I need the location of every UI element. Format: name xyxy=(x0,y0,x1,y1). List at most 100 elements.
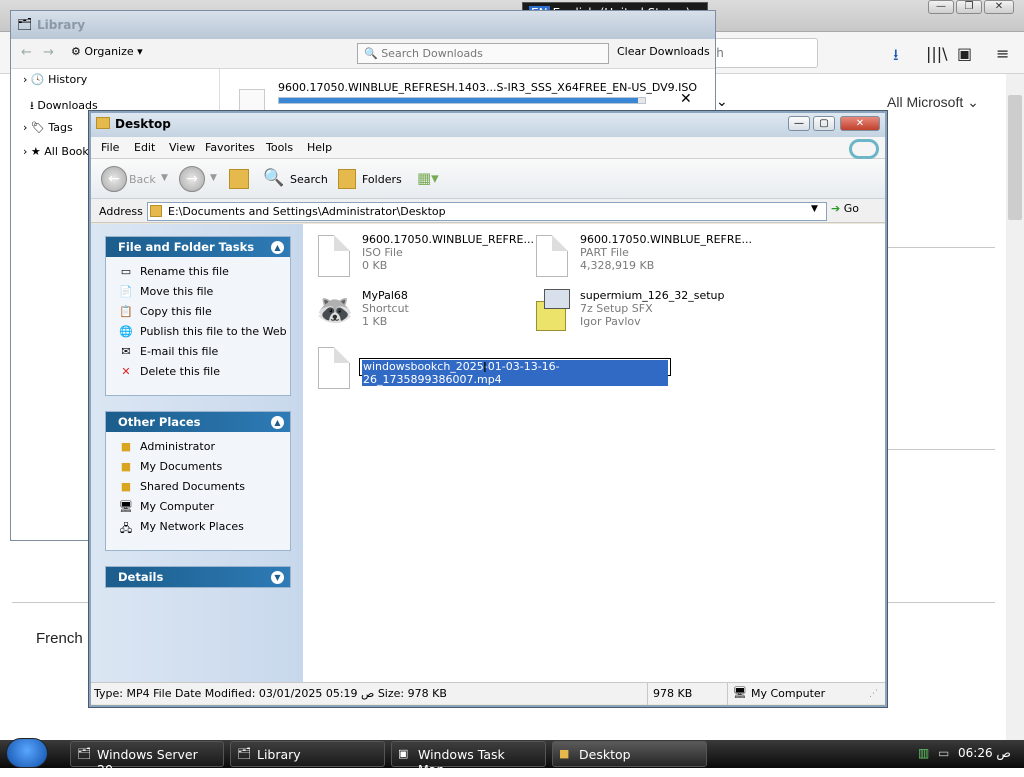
collapse-icon[interactable]: ▲ xyxy=(271,416,284,429)
place-my-network[interactable]: 🖧 My Network Places xyxy=(106,518,290,538)
details-panel: Details ▼ xyxy=(105,566,291,588)
panel-header[interactable]: Other Places ▲ xyxy=(106,412,290,432)
display-tray-icon[interactable]: ▭ xyxy=(938,746,949,760)
menu-tools[interactable]: Tools xyxy=(266,141,293,154)
collapse-icon[interactable]: ▲ xyxy=(271,241,284,254)
forward-arrow-icon[interactable]: → xyxy=(179,166,205,192)
place-my-documents[interactable]: ■ My Documents xyxy=(106,458,290,478)
task-windows-server[interactable]: 🗂 Windows Server 20... xyxy=(70,741,224,777)
list-item[interactable]: supermium_126_32_setup 7z Setup SFX Igor… xyxy=(534,289,834,343)
folder-icon: ■ xyxy=(120,480,132,493)
back-button[interactable]: Back xyxy=(129,173,156,186)
status-size: 978 KB xyxy=(653,687,693,700)
globe-icon: 🌐 xyxy=(119,325,133,338)
menu-view[interactable]: View xyxy=(169,141,195,154)
email-file-link[interactable]: ✉ E-mail this file xyxy=(106,343,290,363)
email-icon: ✉ xyxy=(121,345,131,358)
scrollbar-thumb[interactable] xyxy=(1008,95,1022,220)
clear-downloads-button[interactable]: Clear Downloads xyxy=(617,45,710,58)
sidebar-item-downloads[interactable]: ⭳ Downloads xyxy=(23,97,98,116)
network-tray-icon[interactable]: ▥ xyxy=(918,746,929,760)
close-button[interactable]: ✕ xyxy=(840,116,880,131)
address-label: Address xyxy=(99,205,143,218)
library-title: Library xyxy=(37,18,86,32)
address-input[interactable]: E:\Documents and Settings\Administrator\… xyxy=(147,202,827,221)
close-button[interactable]: ✕ xyxy=(984,0,1014,14)
progress-fill xyxy=(279,98,638,103)
resize-grip-icon[interactable]: ⋰ xyxy=(869,689,878,699)
network-icon: 🖧 xyxy=(119,522,133,535)
folders-button[interactable]: Folders xyxy=(362,173,402,186)
address-dropdown-icon[interactable]: ▼ xyxy=(811,204,818,214)
go-arrow-icon: ➔ xyxy=(831,202,841,215)
sidebar-item-bookmarks[interactable]: › ★ All Book xyxy=(23,145,89,158)
views-icon[interactable]: ▦▾ xyxy=(417,169,439,187)
explorer-title: Desktop xyxy=(115,117,171,131)
list-item[interactable] xyxy=(316,345,356,399)
documents-icon: ■ xyxy=(120,460,132,473)
panel-header[interactable]: File and Folder Tasks ▲ xyxy=(106,237,290,257)
sidebar-item-history[interactable]: › 🕓 History xyxy=(23,73,87,86)
rename-file-link[interactable]: ▭ Rename this file xyxy=(106,263,290,283)
panel-header[interactable]: Details ▼ xyxy=(106,567,290,587)
computer-icon: 🖥 xyxy=(733,686,747,699)
library-icon[interactable]: |||\ xyxy=(926,44,948,63)
task-task-manager[interactable]: ▣ Windows Task Man... xyxy=(391,741,546,777)
download-name[interactable]: 9600.17050.WINBLUE_REFRESH.1403...S-IR3_… xyxy=(278,81,697,94)
delete-icon: ✕ xyxy=(121,365,131,378)
sidebar-icon[interactable]: ▣ xyxy=(957,44,972,63)
place-administrator[interactable]: ■ Administrator xyxy=(106,438,290,458)
library-titlebar: Library xyxy=(11,11,715,39)
cancel-download-icon[interactable]: ✕ xyxy=(680,91,692,107)
browser-search-input[interactable]: rch xyxy=(700,38,818,68)
clock[interactable]: 06:26 ص xyxy=(958,746,1011,760)
other-places-panel: Other Places ▲ ■ Administrator ■ My Documen… xyxy=(105,411,291,551)
windows-logo-icon xyxy=(849,139,879,159)
status-zone: My Computer xyxy=(751,687,826,700)
menu-favorites[interactable]: Favorites xyxy=(205,141,255,154)
move-icon: 📄 xyxy=(119,285,133,298)
minimize-button[interactable]: — xyxy=(788,116,810,131)
delete-file-link[interactable]: ✕ Delete this file xyxy=(106,363,290,383)
chevron-down-icon: ⌄ xyxy=(716,94,728,110)
expand-icon[interactable]: ▼ xyxy=(271,571,284,584)
menu-file[interactable]: File xyxy=(101,141,119,154)
menu-help[interactable]: Help xyxy=(307,141,332,154)
back-arrow-icon[interactable]: ← xyxy=(21,45,32,60)
maximize-button[interactable]: ❐ xyxy=(956,0,982,14)
browser-icon: 🗂 xyxy=(77,747,91,760)
search-button[interactable]: Search xyxy=(290,173,328,186)
task-desktop[interactable]: ■ Desktop xyxy=(552,741,707,767)
maximize-button[interactable]: ▢ xyxy=(813,116,835,131)
move-file-link[interactable]: 📄 Move this file xyxy=(106,283,290,303)
setup-package-icon xyxy=(534,289,570,335)
library-icon: 🗂 xyxy=(237,747,251,760)
menu-edit[interactable]: Edit xyxy=(134,141,155,154)
copy-icon: 📋 xyxy=(119,305,133,318)
forward-history-icon[interactable]: ▼ xyxy=(210,173,217,183)
forward-arrow-icon[interactable]: → xyxy=(43,45,54,60)
copy-file-link[interactable]: 📋 Copy this file xyxy=(106,303,290,323)
task-library[interactable]: 🗂 Library xyxy=(230,741,385,767)
all-microsoft-menu[interactable]: All Microsoft ⌄ xyxy=(887,94,979,111)
sidebar-item-tags[interactable]: › 🏷 Tags xyxy=(23,121,73,134)
publish-web-link[interactable]: 🌐 Publish this file to the Web xyxy=(106,323,290,343)
list-item[interactable]: 9600.17050.WINBLUE_REFRE... PART File 4,… xyxy=(534,233,834,287)
search-icon[interactable]: 🔍 xyxy=(263,168,284,188)
rename-input[interactable]: windowsbookch_2025-01-03-13-16-26_173589… xyxy=(359,358,671,386)
menu-icon[interactable]: ≡ xyxy=(996,44,1009,63)
back-arrow-icon[interactable]: ← xyxy=(101,166,127,192)
up-folder-icon[interactable] xyxy=(229,169,249,189)
minimize-button[interactable]: — xyxy=(928,0,954,14)
folders-icon[interactable] xyxy=(338,169,356,189)
download-icon[interactable]: ⭳ xyxy=(893,44,899,71)
organize-menu[interactable]: ⚙ Organize ▾ xyxy=(71,45,143,58)
place-my-computer[interactable]: 🖥 My Computer xyxy=(106,498,290,518)
start-button[interactable] xyxy=(6,738,48,768)
part-file-icon xyxy=(534,233,570,279)
place-shared-documents[interactable]: ■ Shared Documents xyxy=(106,478,290,498)
folder-icon xyxy=(96,117,110,129)
go-button[interactable]: ➔ Go xyxy=(831,202,859,215)
library-search-input[interactable]: 🔍 Search Downloads xyxy=(357,43,609,64)
back-history-icon[interactable]: ▼ xyxy=(161,173,168,183)
